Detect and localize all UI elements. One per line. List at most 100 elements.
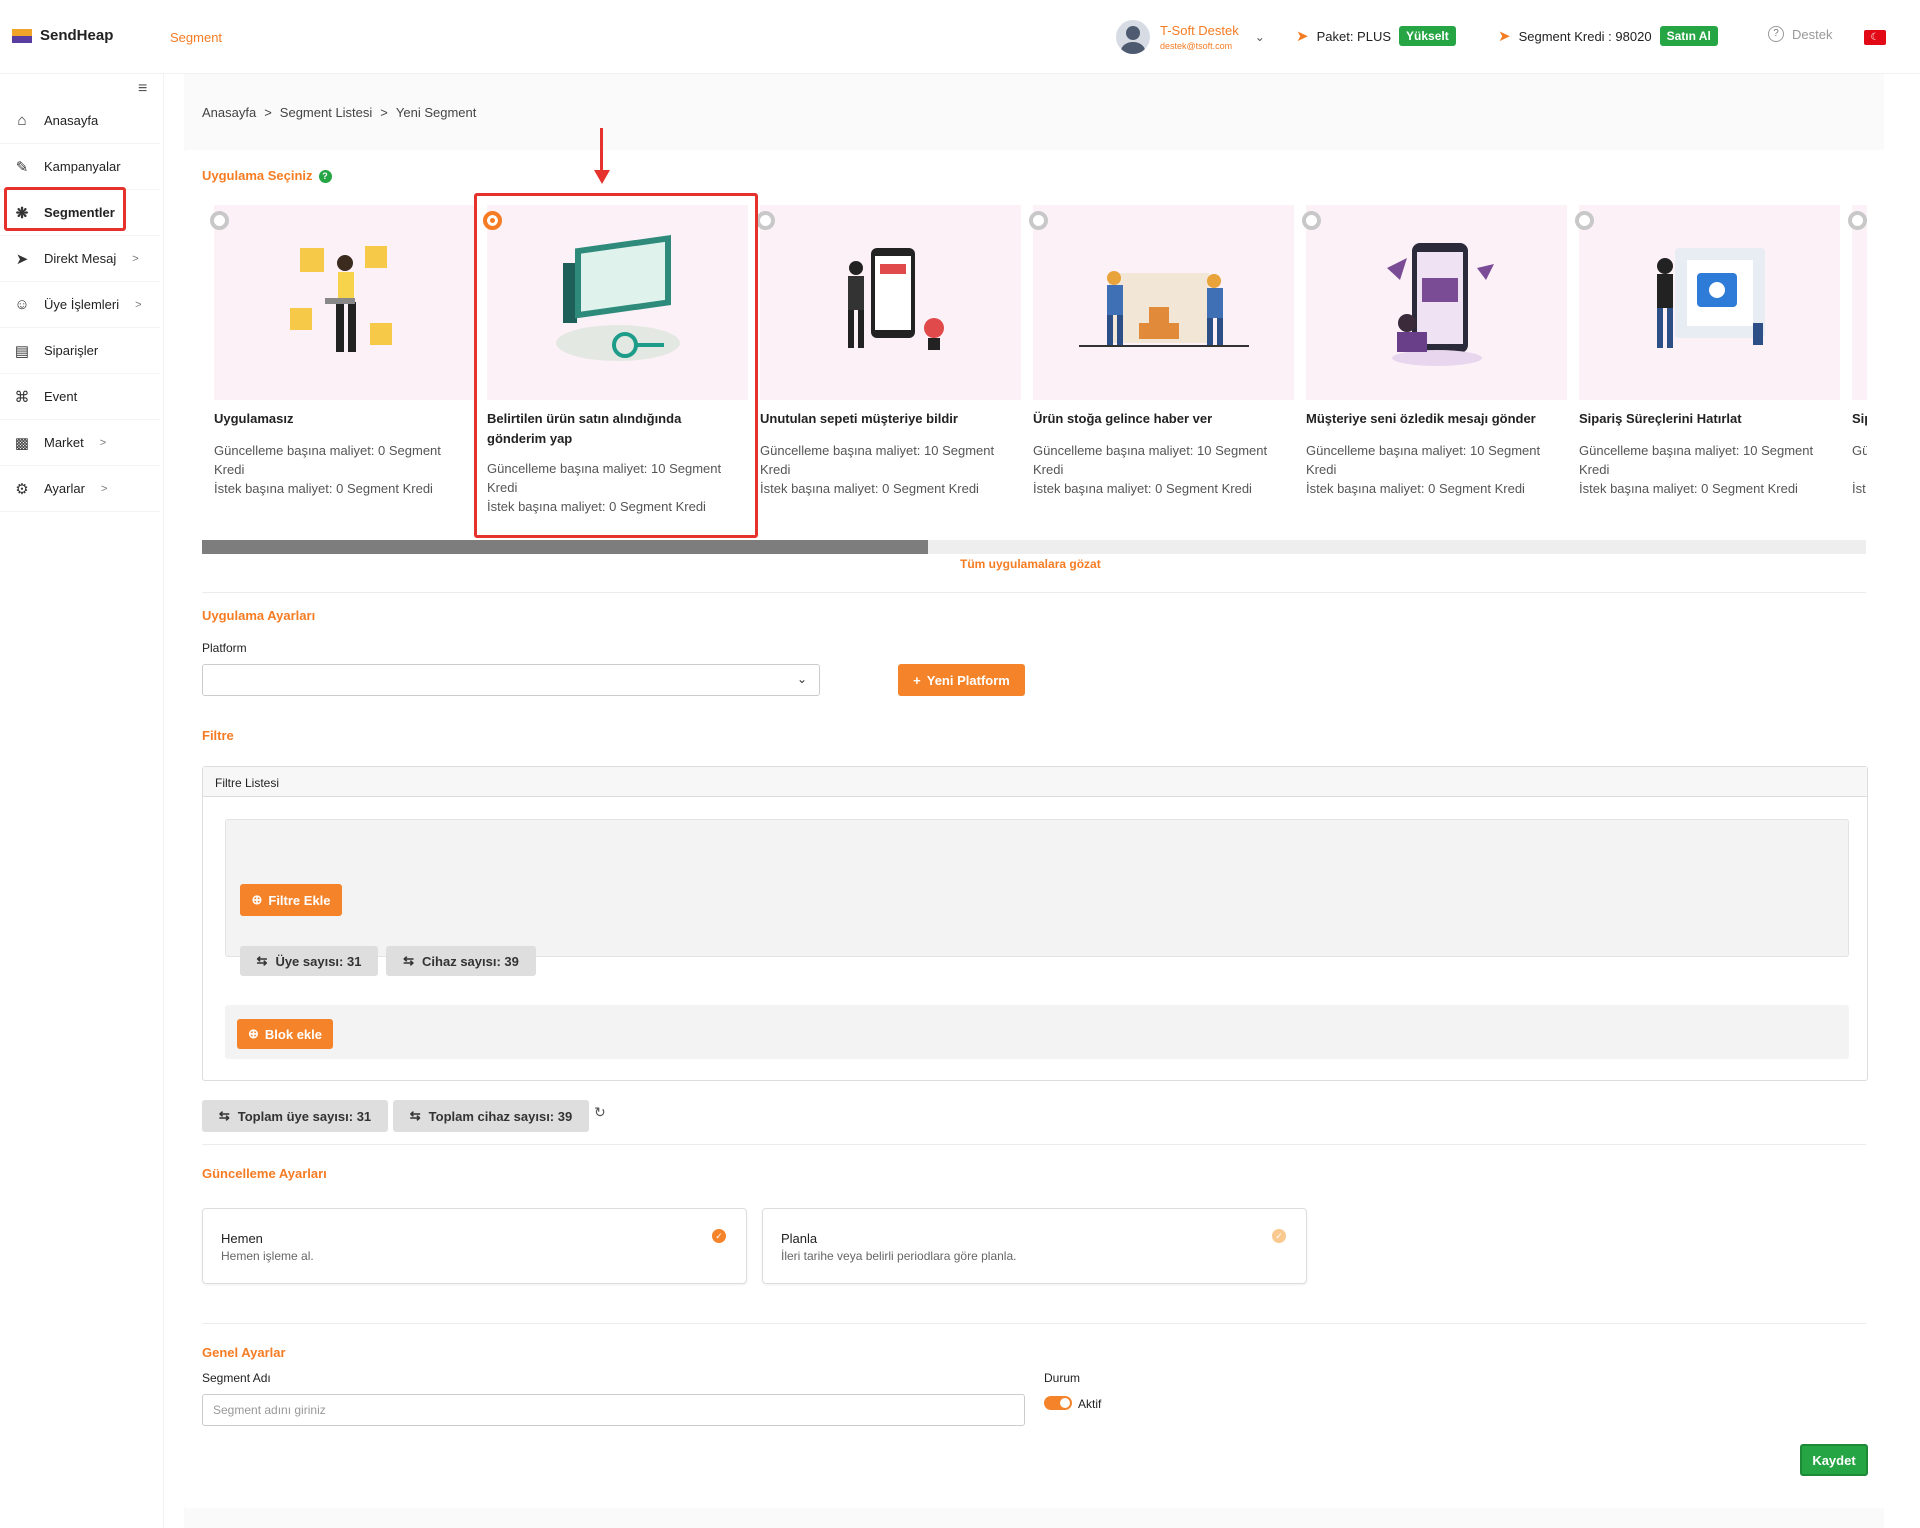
app-select-section: Uygulama Seçiniz?	[202, 168, 332, 183]
app-carousel: Uygulamasız Güncelleme başına maliyet: 0…	[202, 205, 1867, 535]
add-block-label: Blok ekle	[264, 1026, 322, 1042]
app-title: Uygulamasız	[214, 411, 294, 426]
save-button[interactable]: Kaydet	[1800, 1444, 1868, 1476]
refresh-icon[interactable]: ↻	[594, 1104, 606, 1121]
app-radio[interactable]	[210, 211, 229, 230]
help-icon: ?	[1768, 26, 1784, 42]
sidebar-item-label: Direkt Mesaj	[44, 251, 117, 266]
logo-icon	[12, 28, 32, 43]
swap-icon: ⇆	[218, 1108, 230, 1123]
breadcrumb-separator: >	[264, 104, 272, 120]
breadcrumb-current: Yeni Segment	[395, 104, 477, 120]
rocket-icon: ➤	[1498, 28, 1511, 45]
carousel-scrollbar-thumb[interactable]	[202, 540, 928, 554]
buy-credit-button[interactable]: Satın Al	[1659, 26, 1718, 46]
sidebar-nav: ⌂ Anasayfa ✎ Kampanyalar ❋ Segmentler ➤ …	[0, 98, 160, 512]
pointer-arrow	[600, 128, 603, 176]
app-card[interactable]: Sipariş Süreçlerini Hatırlat Güncelleme …	[1567, 205, 1841, 527]
app-desc: Güncelleme başına maliyet: 0 Segment Kre…	[214, 443, 441, 477]
sidebar-item-segmentler[interactable]: ❋ Segmentler	[0, 190, 160, 236]
app-illustration	[1306, 205, 1568, 400]
new-platform-button[interactable]: + Yeni Platform	[898, 664, 1025, 696]
app-desc: İstek başına maliyet: 0 Segment Kredi	[487, 499, 706, 514]
app-desc: Güncelleme başına maliyet: 10 Segment Kr…	[487, 461, 722, 495]
app-radio[interactable]	[1302, 211, 1321, 230]
sidebar-item-label: Market	[44, 435, 84, 450]
browse-all-apps-link[interactable]: Tüm uygulamalara gözat	[960, 557, 1101, 571]
credit-info: ➤ Segment Kredi : 98020 Satın Al	[1498, 26, 1718, 46]
app-radio[interactable]	[1848, 211, 1867, 230]
breadcrumb-home[interactable]: Anasayfa	[202, 105, 256, 120]
app-card[interactable]: Sip Gü Kr İst	[1840, 205, 1867, 527]
segment-name-input[interactable]: Segment adını giriniz	[202, 1394, 1025, 1426]
sidebar-item-direkt-mesaj[interactable]: ➤ Direkt Mesaj >	[0, 236, 160, 282]
sidebar-item-kampanyalar[interactable]: ✎ Kampanyalar	[0, 144, 160, 190]
app-illustration	[760, 205, 1022, 400]
divider	[202, 1323, 1866, 1324]
app-logo[interactable]: SendHeap	[12, 27, 113, 44]
member-count-button[interactable]: ⇆ Üye sayısı: 31	[240, 946, 378, 976]
app-radio[interactable]	[1029, 211, 1048, 230]
upgrade-button[interactable]: Yükselt	[1399, 26, 1456, 46]
check-circle-icon: ✓	[712, 1229, 726, 1243]
sidebar-item-label: Kampanyalar	[44, 159, 121, 174]
app-radio-selected[interactable]	[483, 211, 502, 230]
update-option-schedule[interactable]: Planla İleri tarihe veya belirli periodl…	[762, 1208, 1307, 1284]
platform-select[interactable]: ⌄	[202, 664, 820, 696]
platform-label: Platform	[202, 641, 247, 655]
sidebar-item-label: Segmentler	[44, 205, 115, 220]
sidebar-item-label: Ayarlar	[44, 481, 85, 496]
info-icon[interactable]: ?	[318, 170, 332, 183]
status-toggle[interactable]	[1044, 1396, 1072, 1410]
sidebar-item-anasayfa[interactable]: ⌂ Anasayfa	[0, 98, 160, 144]
app-card[interactable]: Ürün stoğa gelince haber ver Güncelleme …	[1021, 205, 1295, 527]
app-desc: Güncelleme başına maliyet: 10 Segment Kr…	[1033, 443, 1268, 477]
app-title: Müşteriye seni özledik mesajı gönder	[1306, 411, 1536, 426]
total-members-button[interactable]: ⇆ Toplam üye sayısı: 31	[202, 1100, 388, 1132]
home-icon: ⌂	[17, 112, 27, 129]
gear-icon: ⚙	[15, 480, 29, 498]
segments-icon: ❋	[15, 204, 29, 222]
sidebar-item-siparisler[interactable]: ▤ Siparişler	[0, 328, 160, 374]
swap-icon: ⇆	[256, 953, 268, 968]
sidebar-item-label: Anasayfa	[44, 113, 99, 128]
support-link[interactable]: ? Destek	[1768, 26, 1832, 42]
app-name: SendHeap	[40, 27, 114, 44]
total-devices-button[interactable]: ⇆ Toplam cihaz sayısı: 39	[393, 1100, 589, 1132]
update-option-immediate[interactable]: Hemen Hemen işleme al. ✓	[202, 1208, 747, 1284]
collapse-menu-icon[interactable]: ≡	[138, 80, 147, 98]
sidebar-item-ayarlar[interactable]: ⚙ Ayarlar >	[0, 466, 160, 512]
sidebar-item-market[interactable]: ▩ Market >	[0, 420, 160, 466]
option-desc: Hemen işleme al.	[221, 1249, 314, 1263]
add-filter-button[interactable]: ⊕ Filtre Ekle	[240, 884, 342, 916]
status-value: Aktif	[1078, 1397, 1102, 1411]
app-radio[interactable]	[756, 211, 775, 230]
app-card[interactable]: Uygulamasız Güncelleme başına maliyet: 0…	[202, 205, 476, 527]
new-platform-label: Yeni Platform	[926, 672, 1010, 688]
chevron-down-icon: ⌄	[796, 672, 807, 686]
user-menu[interactable]: T-Soft Destek destek@tsoft.com ⌄	[1108, 12, 1276, 62]
app-card[interactable]: Unutulan sepeti müşteriye bildir Güncell…	[748, 205, 1022, 527]
app-card[interactable]: Müşteriye seni özledik mesajı gönder Gün…	[1294, 205, 1568, 527]
option-title: Planla	[781, 1231, 818, 1246]
device-count-label: Cihaz sayısı: 39	[422, 953, 519, 969]
users-icon: ☺	[14, 296, 30, 313]
segment-name-label: Segment Adı	[202, 1371, 271, 1385]
package-label: Paket: PLUS	[1316, 28, 1392, 44]
rocket-icon: ➤	[1296, 28, 1309, 45]
app-title: Unutulan sepeti müşteriye bildir	[760, 411, 958, 426]
divider	[202, 1144, 1866, 1145]
divider	[202, 592, 1866, 593]
app-desc: İstek başına maliyet: 0 Segment Kredi	[1033, 481, 1252, 496]
sidebar-item-uye-islemleri[interactable]: ☺ Üye İşlemleri >	[0, 282, 160, 328]
app-card[interactable]: Belirtilen ürün satın alındığında gönder…	[475, 205, 749, 527]
sidebar-item-event[interactable]: ⌘ Event	[0, 374, 160, 420]
device-count-button[interactable]: ⇆ Cihaz sayısı: 39	[386, 946, 536, 976]
plus-circle-icon: ⊕	[251, 892, 263, 907]
add-block-button[interactable]: ⊕ Blok ekle	[237, 1019, 333, 1049]
chevron-right-icon: >	[135, 298, 142, 311]
turkey-flag-icon[interactable]: ☾	[1864, 30, 1886, 45]
app-radio[interactable]	[1575, 211, 1594, 230]
app-desc: İstek başına maliyet: 0 Segment Kredi	[1579, 481, 1798, 496]
breadcrumb-segment-list[interactable]: Segment Listesi	[280, 105, 373, 120]
